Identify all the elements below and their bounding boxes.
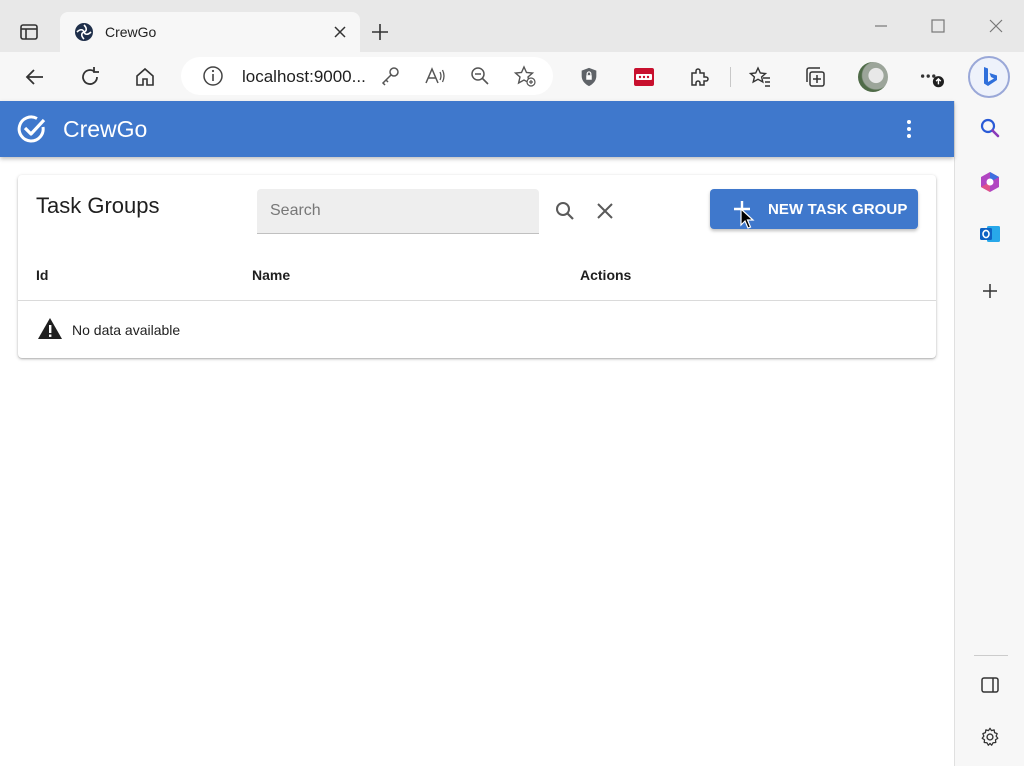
mouse-cursor-icon [740, 208, 755, 229]
warning-icon [38, 318, 62, 339]
password-manager-extension-icon[interactable] [631, 64, 657, 90]
browser-tab-active[interactable]: CrewGo [60, 12, 360, 52]
column-header-actions: Actions [580, 267, 632, 283]
toolbar-separator [730, 67, 731, 87]
maximize-icon[interactable] [926, 14, 950, 38]
back-arrow-icon[interactable] [22, 64, 48, 90]
refresh-icon[interactable] [77, 64, 103, 90]
search-field [257, 189, 539, 234]
page-title: Task Groups [36, 193, 160, 218]
column-header-id[interactable]: Id [36, 267, 48, 283]
read-aloud-icon[interactable] [423, 64, 447, 88]
column-header-name[interactable]: Name [252, 267, 290, 283]
home-icon[interactable] [132, 64, 158, 90]
tab-title: CrewGo [105, 24, 157, 40]
minimize-icon[interactable] [869, 14, 893, 38]
browser-toolbar: localhost:9000... [0, 52, 1024, 101]
sidebar-outlook-icon[interactable] [977, 221, 1003, 247]
site-info-icon[interactable] [201, 64, 225, 88]
sidebar-toggle-panel-icon[interactable] [977, 672, 1003, 698]
sidebar-office-icon[interactable] [977, 169, 1003, 195]
app-header: CrewGo [0, 101, 954, 157]
tab-close-icon[interactable] [332, 24, 348, 40]
search-icon[interactable] [553, 199, 577, 223]
zoom-out-icon[interactable] [468, 64, 492, 88]
window-close-icon[interactable] [984, 14, 1008, 38]
new-task-group-label: NEW TASK GROUP [768, 201, 908, 218]
clear-search-close-icon[interactable] [593, 199, 617, 223]
crewgo-favicon-icon [75, 23, 93, 41]
sidebar-separator [974, 655, 1008, 656]
profile-avatar[interactable] [858, 62, 888, 92]
app-more-vert-icon[interactable] [897, 117, 921, 141]
password-key-icon[interactable] [378, 64, 402, 88]
bing-copilot-icon[interactable] [968, 56, 1010, 98]
app-title: CrewGo [63, 116, 148, 142]
favorites-icon[interactable] [747, 64, 773, 90]
empty-state-message: No data available [72, 322, 181, 338]
browser-titlebar: CrewGo [0, 0, 1024, 52]
address-url: localhost:9000... [242, 67, 366, 86]
new-tab-icon[interactable] [368, 20, 392, 44]
task-groups-card: Task Groups NEW TASK GROUP Id Name Actio… [18, 175, 936, 358]
extensions-puzzle-icon[interactable] [686, 64, 712, 90]
check-circle-logo-icon [17, 115, 46, 143]
address-bar[interactable]: localhost:9000... [181, 57, 553, 95]
add-favorite-icon[interactable] [513, 64, 537, 88]
collections-icon[interactable] [802, 64, 828, 90]
sidebar-add-icon[interactable] [977, 278, 1003, 304]
more-options-icon[interactable] [918, 64, 944, 90]
sidebar-search-icon[interactable] [977, 115, 1003, 141]
table-header-divider [18, 300, 936, 301]
shield-icon[interactable] [576, 64, 602, 90]
sidebar-settings-gear-icon[interactable] [977, 724, 1003, 750]
search-input[interactable] [257, 189, 539, 233]
tab-actions-icon[interactable] [14, 18, 44, 46]
browser-sidebar [954, 101, 1024, 766]
